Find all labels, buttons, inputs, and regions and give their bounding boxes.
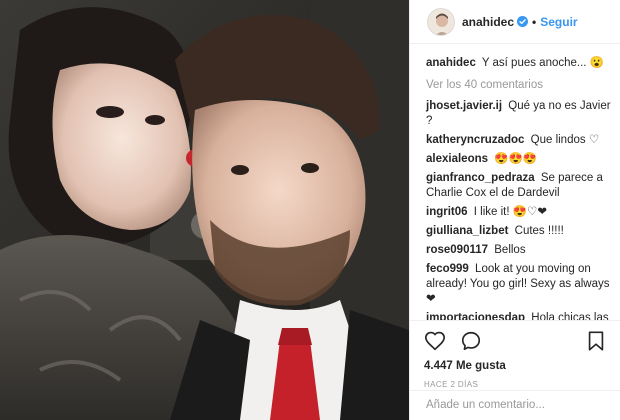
comment-username[interactable]: importacionesdap: [426, 312, 525, 320]
comment-username[interactable]: ingrit06: [426, 206, 468, 218]
post-header: anahidec • Seguir: [410, 0, 620, 44]
follow-button[interactable]: Seguir: [540, 15, 577, 29]
comment-item: ingrit06 I like it! 😍♡❤: [426, 205, 611, 220]
header-username[interactable]: anahidec: [462, 15, 514, 29]
verified-badge-icon: [517, 16, 529, 27]
likes-count[interactable]: 4.447 Me gusta: [424, 360, 607, 372]
comment-item: alexialeons 😍😍😍: [426, 152, 611, 167]
comment-username[interactable]: rose090117: [426, 244, 488, 256]
comment-text: Que lindos ♡: [530, 134, 600, 146]
comment-username[interactable]: katheryncruzadoc: [426, 134, 524, 146]
post-photo[interactable]: [0, 0, 409, 420]
comment-icon[interactable]: [460, 330, 482, 352]
comment-text: Bellos: [494, 244, 526, 256]
view-all-comments-link[interactable]: Ver los 40 comentarios: [426, 79, 611, 91]
comment-item: rose090117 Bellos: [426, 243, 611, 258]
comment-item: gianfranco_pedraza Se parece a Charlie C…: [426, 171, 611, 201]
post-side-panel: anahidec • Seguir anahidec Y así pues an…: [409, 0, 620, 420]
selfie-image: [0, 0, 409, 420]
post-timestamp: HACE 2 DÍAS: [424, 380, 479, 389]
comment-item: importacionesdap Hola chicas las invitam…: [426, 311, 611, 320]
comments-list[interactable]: anahidec Y así pues anoche... 😮 Ver los …: [410, 44, 620, 320]
heart-icon[interactable]: [424, 330, 446, 352]
caption-username[interactable]: anahidec: [426, 57, 476, 69]
avatar[interactable]: [427, 7, 455, 36]
header-separator: •: [532, 14, 537, 29]
comment-item: jhoset.javier.ij Qué ya no es Javier ?: [426, 99, 611, 129]
comment-text: I like it! 😍♡❤: [473, 206, 547, 218]
comment-item: feco999 Look at you moving on already! Y…: [426, 262, 611, 307]
add-comment-input[interactable]: [426, 399, 605, 411]
comment-username[interactable]: alexialeons: [426, 153, 488, 165]
comment-username[interactable]: giulliana_lizbet: [426, 225, 508, 237]
bookmark-icon[interactable]: [585, 330, 607, 352]
comment-username[interactable]: gianfranco_pedraza: [426, 172, 535, 184]
add-comment-box: [410, 390, 620, 420]
post-caption: anahidec Y así pues anoche... 😮: [426, 56, 611, 71]
comment-username[interactable]: jhoset.javier.ij: [426, 100, 502, 112]
comment-item: katheryncruzadoc Que lindos ♡: [426, 133, 611, 148]
comment-text: 😍😍😍: [494, 153, 538, 165]
caption-text: Y así pues anoche... 😮: [481, 57, 605, 69]
action-icons: [424, 329, 607, 353]
comment-username[interactable]: feco999: [426, 263, 469, 275]
comment-text: Cutes !!!!!: [514, 225, 564, 237]
comment-item: giulliana_lizbet Cutes !!!!!: [426, 224, 611, 239]
